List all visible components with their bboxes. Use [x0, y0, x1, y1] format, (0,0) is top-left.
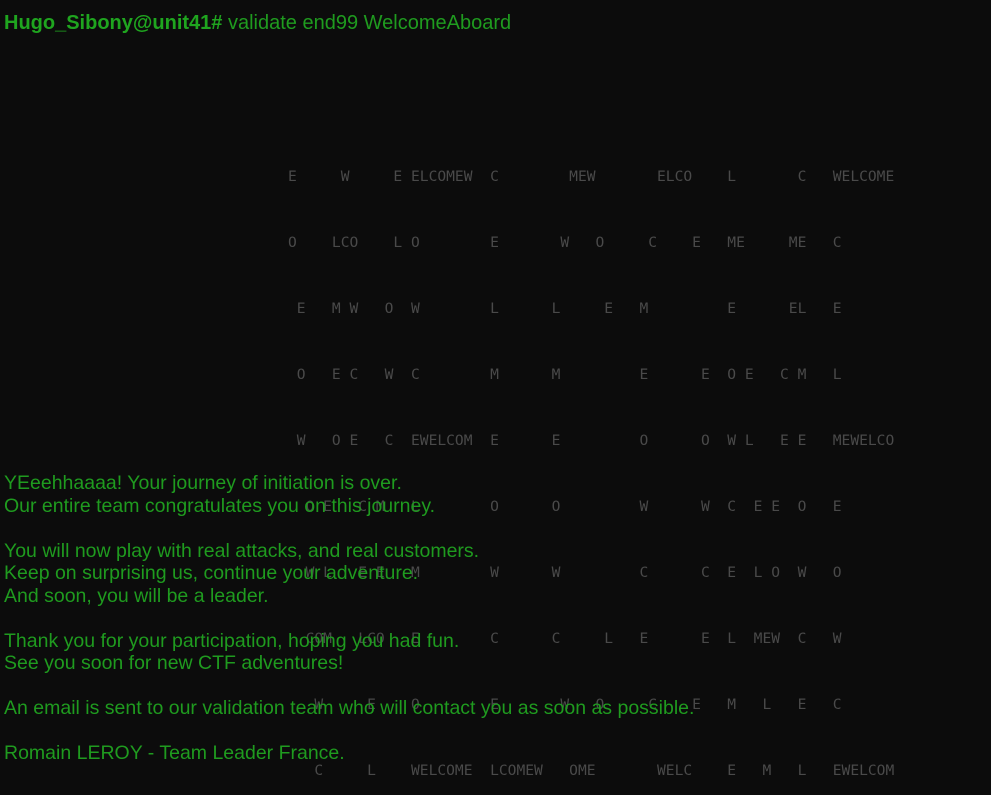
- ascii-art-line: E M W O W L L E M E EL E: [288, 300, 842, 317]
- message-line: YEeehhaaaa! Your journey of initiation i…: [4, 472, 402, 494]
- command-prompt-line: Hugo_Sibony@unit41# validate end99 Welco…: [4, 11, 511, 35]
- message-line: Thank you for your participation, hoping…: [4, 629, 460, 652]
- message-line: You will now play with real attacks, and…: [4, 539, 480, 562]
- message-line: An email is sent to our validation team …: [4, 697, 695, 719]
- congratulations-message: YEeehhaaaa! Your journey of initiation i…: [4, 472, 694, 765]
- message-line: See you soon for new CTF adventures!: [4, 652, 344, 674]
- prompt-user: Hugo_Sibony@unit41#: [4, 12, 223, 34]
- terminal-window[interactable]: Hugo_Sibony@unit41# validate end99 Welco…: [0, 0, 991, 795]
- message-line: Keep on surprising us, continue your adv…: [4, 562, 419, 584]
- entered-command: validate end99 WelcomeAboard: [227, 12, 512, 34]
- message-signature: Romain LEROY - Team Leader France.: [4, 742, 345, 764]
- message-line: And soon, you will be a leader.: [4, 584, 269, 607]
- ascii-art-line: O E C W C M M E E O E C M L: [288, 366, 842, 383]
- message-line: Our entire team congratulates you on thi…: [4, 494, 436, 517]
- ascii-art-line: O LCO L O E W O C E ME ME C: [288, 234, 842, 251]
- ascii-art-line: W O E C EWELCOM E E O O W L E E MEWELCO: [288, 432, 895, 449]
- ascii-art-line: E W E ELCOMEW C MEW ELCO L C WELCOME: [288, 168, 895, 185]
